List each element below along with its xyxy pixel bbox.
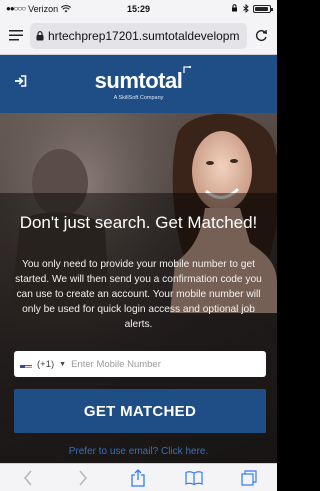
url-text: hrtechprep17201.sumtotaldevelopm — [48, 28, 240, 43]
logo-mark-icon — [183, 65, 192, 73]
battery-icon — [253, 4, 273, 13]
phone-input-group: (+1) ▼ — [14, 351, 266, 377]
browser-address-bar: hrtechprep17201.sumtotaldevelopm — [0, 17, 277, 55]
mobile-number-input[interactable] — [71, 358, 260, 370]
share-icon[interactable] — [128, 468, 148, 488]
chevron-down-icon[interactable]: ▼ — [59, 361, 66, 368]
url-field[interactable]: hrtechprep17201.sumtotaldevelopm — [30, 22, 247, 49]
bluetooth-icon — [243, 4, 249, 13]
reader-icon[interactable] — [8, 28, 24, 44]
country-code[interactable]: (+1) — [37, 359, 54, 370]
status-bar: ●●○○○ Verizon 15:29 — [0, 0, 277, 17]
email-signup-link[interactable]: Prefer to use email? Click here. — [0, 446, 277, 457]
logo-subtext: A SkillSoft Company — [113, 94, 164, 101]
intro-paragraph: You only need to provide your mobile num… — [15, 259, 262, 330]
screen-rotation-lock-icon — [232, 4, 237, 12]
site-header: sumtotal A SkillSoft Company — [0, 55, 277, 113]
browser-toolbar — [0, 463, 277, 491]
sign-in-icon[interactable] — [14, 75, 27, 87]
forward-icon[interactable] — [73, 468, 93, 488]
tabs-icon[interactable] — [239, 468, 259, 488]
hero-section: Don't just search. Get Matched! You only… — [0, 113, 277, 463]
logo-wordmark: sumtotal — [94, 67, 183, 93]
back-icon[interactable] — [18, 468, 38, 488]
get-matched-button[interactable]: GET MATCHED — [14, 389, 266, 433]
status-left: ●●○○○ Verizon — [6, 3, 72, 14]
bookmarks-icon[interactable] — [184, 468, 204, 488]
signal-icon: ●●○○○ — [6, 4, 26, 13]
carrier-label: Verizon — [28, 3, 59, 14]
wifi-icon — [61, 4, 72, 12]
us-flag-icon[interactable] — [20, 360, 32, 368]
headline: Don't just search. Get Matched! — [19, 213, 258, 232]
status-right — [230, 4, 273, 13]
reload-icon[interactable] — [253, 28, 269, 44]
sumtotal-logo[interactable]: sumtotal A SkillSoft Company — [94, 65, 192, 101]
lock-icon — [36, 30, 44, 40]
